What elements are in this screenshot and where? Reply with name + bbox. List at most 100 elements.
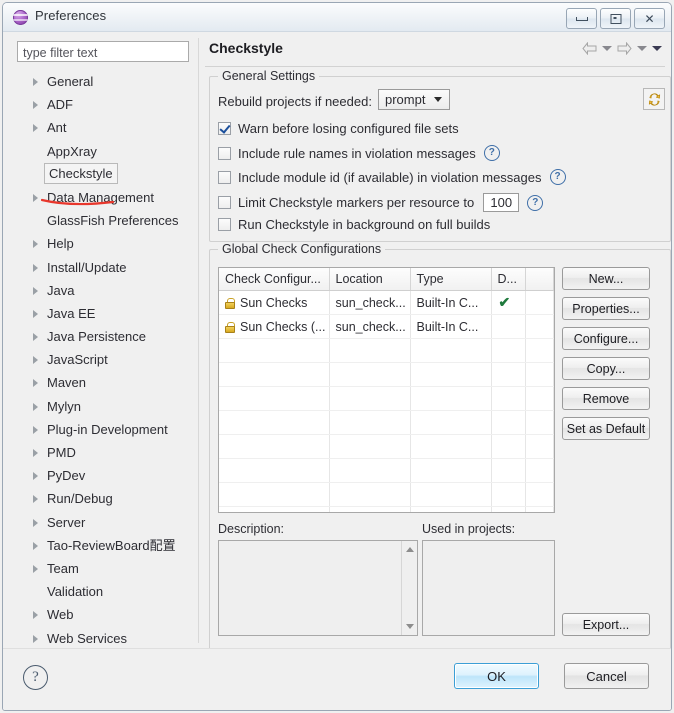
sidebar-item-tao-reviewboard[interactable]: Tao-ReviewBoard配置	[11, 534, 195, 557]
maximize-button[interactable]	[600, 8, 631, 29]
used-in-projects-list[interactable]	[422, 540, 555, 636]
sidebar-item-glassfish-preferences[interactable]: GlassFish Preferences	[11, 209, 195, 232]
checkbox-2[interactable]	[218, 170, 231, 184]
table-empty-row[interactable]	[219, 482, 554, 507]
description-textarea[interactable]	[218, 540, 418, 636]
marker-limit-input[interactable]	[483, 193, 520, 212]
sidebar-item-web[interactable]: Web	[11, 603, 195, 626]
expand-triangle-icon[interactable]	[33, 518, 38, 527]
expand-triangle-icon[interactable]	[33, 240, 38, 249]
checkbox-row-0[interactable]: Warn before losing configured file sets	[218, 121, 459, 136]
sidebar-item-java-persistence[interactable]: Java Persistence	[11, 325, 195, 348]
expand-triangle-icon[interactable]	[33, 124, 38, 133]
table-column-header-4[interactable]	[525, 268, 554, 291]
sidebar-item-validation[interactable]: Validation	[11, 580, 195, 603]
question-mark-icon[interactable]: ?	[527, 194, 544, 211]
table-empty-row[interactable]	[219, 386, 554, 411]
sidebar-item-plug-in-development[interactable]: Plug-in Development	[11, 418, 195, 441]
sidebar-item-help[interactable]: Help	[11, 232, 195, 255]
sidebar-item-pmd[interactable]: PMD	[11, 441, 195, 464]
checkbox-row-4[interactable]: Run Checkstyle in background on full bui…	[218, 217, 490, 232]
back-menu-chevron-down-icon[interactable]	[602, 46, 612, 51]
table-empty-row[interactable]	[219, 506, 554, 512]
table-column-header-3[interactable]: D...	[491, 268, 526, 291]
expand-triangle-icon[interactable]	[33, 356, 38, 365]
checkbox-row-3[interactable]: Limit Checkstyle markers per resource to…	[218, 193, 544, 212]
expand-triangle-icon[interactable]	[33, 333, 38, 342]
set-as-default-button[interactable]: Set as Default	[562, 417, 650, 440]
expand-triangle-icon[interactable]	[33, 193, 38, 202]
table-column-header-1[interactable]: Location	[329, 268, 411, 291]
checkbox-3[interactable]	[218, 196, 231, 209]
expand-triangle-icon[interactable]	[33, 634, 38, 643]
sidebar-item-java[interactable]: Java	[11, 279, 195, 302]
sidebar-item-pydev[interactable]: PyDev	[11, 464, 195, 487]
filter-input[interactable]	[17, 41, 189, 62]
triangle-up-icon[interactable]	[406, 547, 414, 552]
forward-menu-chevron-down-icon[interactable]	[637, 46, 647, 51]
expand-triangle-icon[interactable]	[33, 263, 38, 272]
table-empty-row[interactable]	[219, 410, 554, 435]
table-column-header-2[interactable]: Type	[410, 268, 492, 291]
sidebar-item-maven[interactable]: Maven	[11, 371, 195, 394]
expand-triangle-icon[interactable]	[33, 564, 38, 573]
cancel-button[interactable]: Cancel	[564, 663, 649, 689]
expand-triangle-icon[interactable]	[33, 541, 38, 550]
table-header-row[interactable]: Check Configur... Location Type D...	[219, 268, 554, 291]
sidebar-item-data-management[interactable]: Data Management	[11, 186, 195, 209]
remove-button[interactable]: Remove	[562, 387, 650, 410]
question-mark-icon[interactable]: ?	[483, 145, 500, 161]
export-button[interactable]: Export...	[562, 613, 650, 636]
sidebar-item-team[interactable]: Team	[11, 557, 195, 580]
checkbox-1[interactable]	[218, 146, 231, 160]
arrow-left-icon[interactable]	[582, 42, 597, 55]
table-body[interactable]: Sun Checks sun_check... Built-In C... ✔ Sun …	[219, 290, 554, 512]
sidebar-item-checkstyle[interactable]: Checkstyle	[11, 162, 195, 186]
table-empty-row[interactable]	[219, 458, 554, 483]
configure-button[interactable]: Configure...	[562, 327, 650, 350]
arrow-right-icon[interactable]	[617, 42, 632, 55]
expand-triangle-icon[interactable]	[33, 402, 38, 411]
copy-button[interactable]: Copy...	[562, 357, 650, 380]
table-row[interactable]: Sun Checks (... sun_check... Built-In C...	[219, 314, 554, 339]
sidebar-item-appxray[interactable]: AppXray	[11, 140, 195, 163]
sidebar-item-install-update[interactable]: Install/Update	[11, 256, 195, 279]
sidebar-item-ant[interactable]: Ant	[11, 116, 195, 139]
sidebar-item-server[interactable]: Server	[11, 511, 195, 534]
triangle-down-icon[interactable]	[406, 624, 414, 629]
checkbox-row-1[interactable]: Include rule names in violation messages…	[218, 145, 500, 161]
expand-triangle-icon[interactable]	[33, 78, 38, 86]
preferences-tree[interactable]: General ADF Ant AppXray Checkstyle Data Manag…	[11, 70, 195, 643]
table-row[interactable]: Sun Checks sun_check... Built-In C... ✔	[219, 290, 554, 315]
sidebar-item-java-ee[interactable]: Java EE	[11, 302, 195, 325]
expand-triangle-icon[interactable]	[33, 101, 38, 110]
rebuild-projects-combo[interactable]: prompt	[378, 89, 450, 110]
sidebar-item-run-debug[interactable]: Run/Debug	[11, 487, 195, 510]
table-empty-row[interactable]	[219, 338, 554, 363]
expand-triangle-icon[interactable]	[33, 286, 38, 295]
checkbox-0[interactable]	[218, 122, 231, 135]
sidebar-item-general[interactable]: General	[11, 70, 195, 93]
sidebar-item-javascript[interactable]: JavaScript	[11, 348, 195, 371]
checkbox-row-2[interactable]: Include module id (if available) in viol…	[218, 169, 566, 185]
expand-triangle-icon[interactable]	[33, 449, 38, 457]
expand-triangle-icon[interactable]	[33, 611, 38, 620]
checkbox-4[interactable]	[218, 218, 231, 231]
properties-button[interactable]: Properties...	[562, 297, 650, 320]
check-configurations-table[interactable]: Check Configur... Location Type D... Sun Ch…	[218, 267, 555, 513]
sidebar-item-adf[interactable]: ADF	[11, 93, 195, 116]
expand-triangle-icon[interactable]	[33, 309, 38, 318]
expand-triangle-icon[interactable]	[33, 472, 38, 481]
table-empty-row[interactable]	[219, 362, 554, 387]
table-column-header-0[interactable]: Check Configur...	[219, 268, 330, 291]
expand-triangle-icon[interactable]	[33, 495, 38, 504]
expand-triangle-icon[interactable]	[33, 425, 38, 434]
refresh-sync-icon-button[interactable]	[643, 88, 665, 110]
new-button[interactable]: New...	[562, 267, 650, 290]
help-question-mark-icon[interactable]: ?	[23, 665, 48, 690]
minimize-button[interactable]	[566, 8, 597, 29]
table-empty-row[interactable]	[219, 434, 554, 459]
description-scrollbar[interactable]	[401, 541, 417, 635]
sidebar-item-web-services[interactable]: Web Services	[11, 627, 195, 643]
expand-triangle-icon[interactable]	[33, 379, 38, 388]
